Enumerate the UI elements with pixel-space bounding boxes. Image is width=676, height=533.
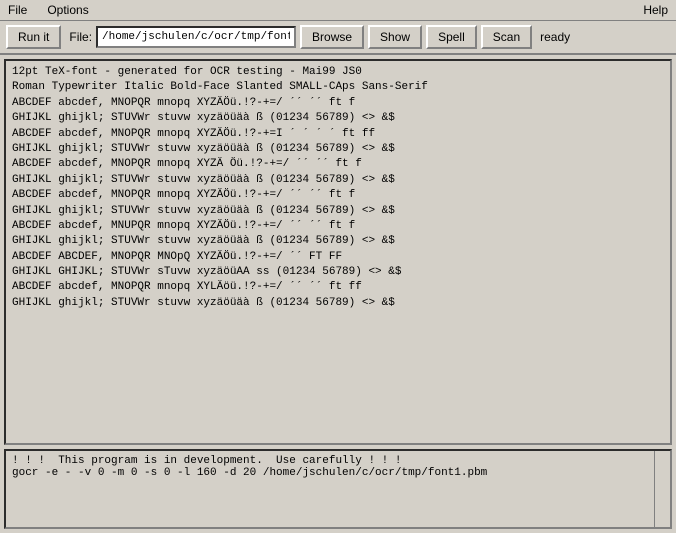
menu-options[interactable]: Options (43, 2, 92, 18)
file-label: File: (69, 30, 92, 44)
menubar: File Options Help (0, 0, 676, 21)
toolbar: Run it File: Browse Show Spell Scan read… (0, 21, 676, 55)
browse-button[interactable]: Browse (300, 25, 364, 49)
text-display-area: 12pt TeX-font - generated for OCR testin… (4, 59, 672, 445)
spell-button[interactable]: Spell (426, 25, 477, 49)
scan-button[interactable]: Scan (481, 25, 532, 49)
show-button[interactable]: Show (368, 25, 422, 49)
status-text: ! ! ! This program is in development. Us… (6, 451, 670, 527)
menu-file[interactable]: File (4, 2, 31, 18)
bottom-scrollbar[interactable] (654, 451, 670, 527)
status-label: ready (540, 30, 570, 44)
menu-help[interactable]: Help (639, 2, 672, 18)
text-display[interactable]: 12pt TeX-font - generated for OCR testin… (6, 61, 670, 443)
menubar-left: File Options (4, 2, 93, 18)
bottom-status-area: ! ! ! This program is in development. Us… (4, 449, 672, 529)
run-button[interactable]: Run it (6, 25, 61, 49)
file-input[interactable] (96, 26, 296, 48)
